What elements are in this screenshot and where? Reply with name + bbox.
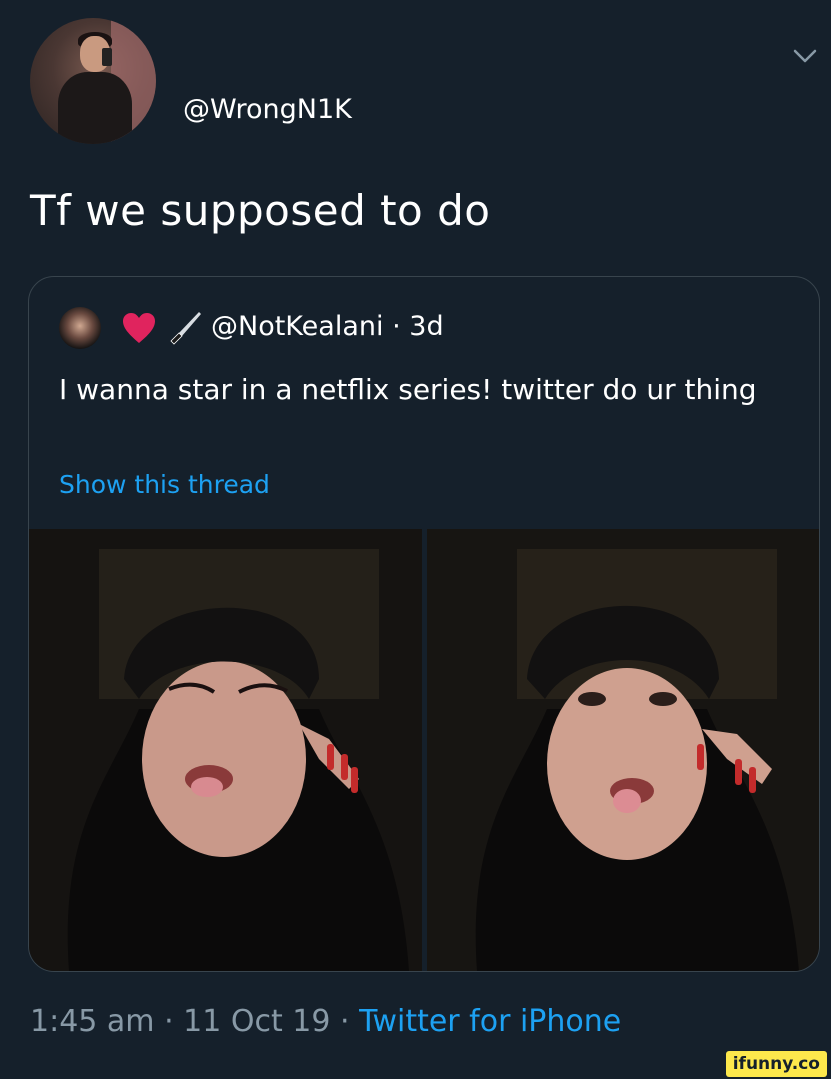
media-photo-2[interactable] [427, 529, 819, 971]
footer-separator-1: · [164, 1004, 174, 1039]
media-photo-1[interactable] [29, 529, 422, 971]
avatar-figure-body [58, 72, 132, 144]
meta-separator: · [392, 311, 401, 342]
ifunny-watermark: ifunny.co [725, 1051, 827, 1077]
quoted-tweet-card[interactable]: @NotKealani · 3d I wanna star in a netfl… [28, 276, 820, 972]
quoted-time[interactable]: 3d [409, 311, 443, 342]
show-thread-link[interactable]: Show this thread [59, 470, 270, 499]
photo-2-image [427, 529, 819, 971]
quoted-handle[interactable]: @NotKealani [211, 311, 383, 342]
photo-1-image [29, 529, 422, 971]
author-handle[interactable]: @WrongN1K [183, 94, 352, 125]
quoted-avatar[interactable] [59, 307, 101, 349]
heart-icon [123, 313, 155, 343]
tweet-footer: 1:45 am · 11 Oct 19 · Twitter for iPhone [30, 1004, 621, 1039]
tweet-date[interactable]: 11 Oct 19 [183, 1004, 330, 1039]
quoted-tweet-text: I wanna star in a netflix series! twitte… [59, 373, 757, 406]
tweet-text: Tf we supposed to do [30, 186, 491, 235]
avatar-phone [102, 48, 112, 66]
knife-icon [170, 312, 201, 345]
author-avatar[interactable] [30, 18, 156, 144]
chevron-down-icon[interactable] [790, 44, 820, 68]
tweet-time[interactable]: 1:45 am [30, 1004, 155, 1039]
quoted-meta: @NotKealani · 3d [211, 311, 444, 342]
tweet-source-link[interactable]: Twitter for iPhone [359, 1004, 621, 1039]
footer-separator-2: · [340, 1004, 350, 1039]
